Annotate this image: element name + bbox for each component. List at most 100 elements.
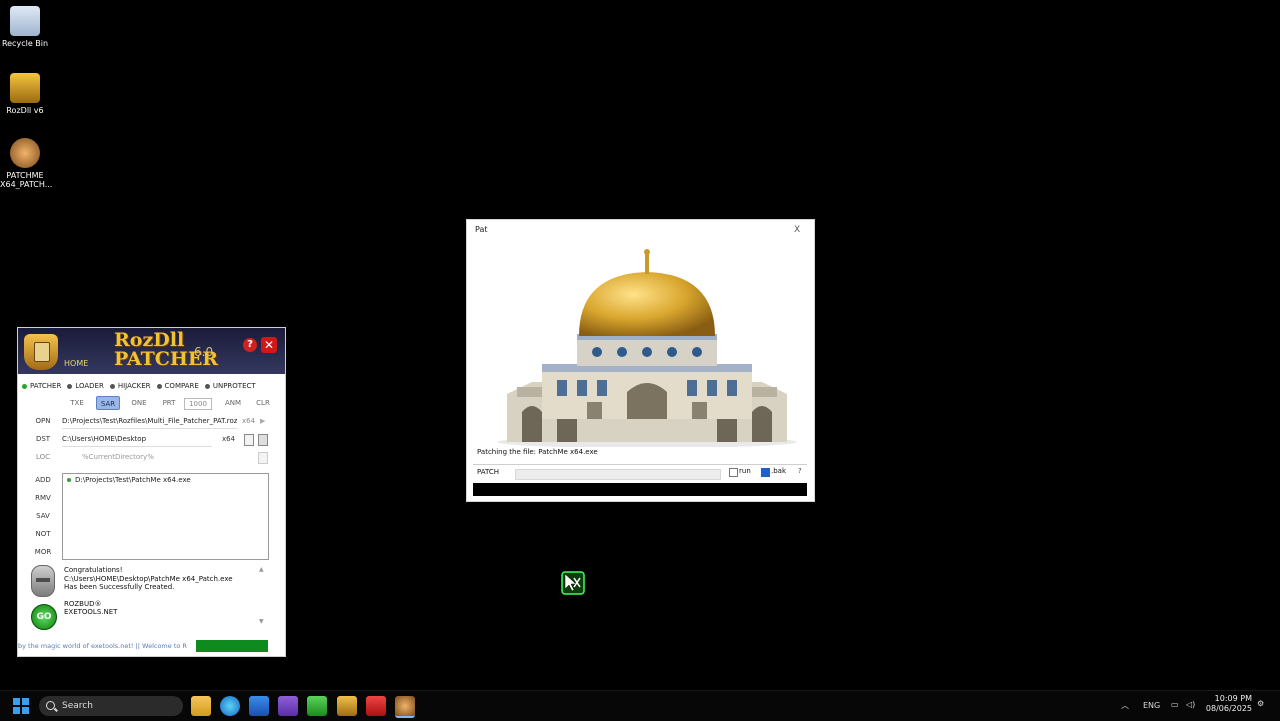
- notification-bell-icon[interactable]: ⚙: [1257, 699, 1264, 708]
- scrolling-ticker: by the magic world of exetools.net! || W…: [18, 642, 187, 650]
- green-app-icon[interactable]: [307, 696, 327, 716]
- mode-patcher[interactable]: PATCHER: [22, 380, 61, 392]
- version-label: 6.0: [194, 345, 214, 359]
- folder-icon[interactable]: [258, 452, 268, 464]
- patchme-taskbar-icon[interactable]: [395, 696, 415, 718]
- mode-label: PATCHER: [30, 382, 62, 390]
- recycle-bin-label: Recycle Bin: [1, 39, 49, 48]
- sav-button[interactable]: SAV: [30, 509, 56, 523]
- run-checkbox[interactable]: [729, 468, 738, 477]
- mode-loader[interactable]: LOADER: [67, 380, 104, 392]
- rozdll-desktop-icon[interactable]: RozDll v6: [0, 73, 50, 115]
- trash-icon[interactable]: [258, 434, 268, 446]
- log-line: EXETOOLS.NET: [64, 608, 118, 616]
- close-button[interactable]: X: [794, 225, 800, 235]
- home-link[interactable]: HOME: [64, 359, 88, 368]
- rozdll-patcher-window: HOME RozDll PATCHER 6.0 ? ✕ PATCHER LOAD…: [17, 327, 286, 657]
- mode-hijacker[interactable]: HIJACKER: [109, 380, 151, 392]
- loc-path-field[interactable]: %CurrentDirectory%: [82, 450, 232, 464]
- taskbar: Search ︿ ENG ▭ ◁) 10:09 PM 08/06/2025 ⚙: [0, 690, 1280, 721]
- taskbar-search[interactable]: Search: [39, 696, 183, 716]
- mode-compare[interactable]: COMPARE: [156, 380, 199, 392]
- rmv-button[interactable]: RMV: [30, 491, 56, 505]
- search-icon: [46, 701, 55, 710]
- help-button[interactable]: ?: [243, 338, 257, 352]
- mode-tabs: PATCHER LOADER HIJACKER COMPARE UNPROTEC…: [22, 380, 282, 392]
- clock-time: 10:09 PM: [1214, 694, 1252, 703]
- store-icon[interactable]: [249, 696, 269, 716]
- dialog-title: Pat: [475, 225, 488, 234]
- run-label: run: [739, 467, 751, 475]
- dome-of-the-rock-image: [487, 242, 807, 447]
- opn-arrow-icon[interactable]: ▶: [260, 414, 265, 428]
- recycle-bin-desktop-icon[interactable]: Recycle Bin: [0, 6, 50, 48]
- dst-path-field[interactable]: C:\Users\HOME\Desktop: [62, 432, 212, 447]
- option-anm[interactable]: ANM: [218, 396, 248, 410]
- radio-dot-icon: [67, 383, 73, 389]
- option-one[interactable]: ONE: [124, 396, 154, 410]
- bak-checkbox[interactable]: [761, 468, 770, 477]
- visual-studio-icon[interactable]: [278, 696, 298, 716]
- language-indicator[interactable]: ENG: [1143, 701, 1160, 710]
- opn-arch: x64: [242, 417, 256, 425]
- not-button[interactable]: NOT: [30, 527, 56, 541]
- patchme-label-line2: X64_PATCH...: [0, 180, 53, 189]
- opn-button[interactable]: OPN: [30, 414, 56, 428]
- close-button[interactable]: ✕: [261, 337, 277, 353]
- rozdll-app-icon: [10, 73, 40, 103]
- mode-label: COMPARE: [164, 382, 199, 390]
- patchme-desktop-icon[interactable]: PATCHME X64_PATCH...: [0, 138, 53, 189]
- log-line: Congratulations!: [64, 566, 123, 574]
- go-button[interactable]: GO: [31, 604, 57, 630]
- status-dot-icon: [67, 478, 71, 482]
- clock-date: 08/06/2025: [1205, 704, 1252, 713]
- list-item[interactable]: D:\Projects\Test\PatchMe x64.exe: [67, 476, 191, 484]
- radio-dot-icon: [109, 383, 115, 389]
- start-button[interactable]: [13, 698, 29, 714]
- file-explorer-icon[interactable]: [191, 696, 211, 716]
- windows-logo-tile: [22, 698, 29, 705]
- option-clr[interactable]: CLR: [248, 396, 278, 410]
- mouse-cursor-icon: [561, 571, 585, 595]
- mor-button[interactable]: MOR: [30, 545, 56, 559]
- option-bar: TXE SAR ONE PRT 1000 ANM CLR: [62, 396, 278, 410]
- option-txe[interactable]: TXE: [62, 396, 92, 410]
- option-prt[interactable]: PRT: [154, 396, 184, 410]
- clock[interactable]: 10:09 PM 08/06/2025: [1200, 694, 1252, 714]
- dialog-controls: PATCH run .bak ?: [473, 464, 807, 481]
- status-light-icon: [31, 565, 55, 597]
- add-button[interactable]: ADD: [30, 473, 56, 487]
- prt-number-stepper[interactable]: 1000: [184, 398, 212, 410]
- option-sar[interactable]: SAR: [96, 396, 120, 410]
- rozdll-title: RozDll PATCHER: [114, 331, 218, 369]
- help-button[interactable]: ?: [798, 466, 802, 477]
- radio-dot-icon: [22, 383, 27, 389]
- opn-path-field[interactable]: D:\Projects\Test\Rozfiles\Multi_File_Pat…: [62, 414, 237, 429]
- status-message: Patching the file: PatchMe x64.exe: [477, 448, 598, 456]
- scroll-down-icon[interactable]: ▼: [259, 618, 264, 625]
- dst-arch: x64: [222, 435, 236, 443]
- patch-button[interactable]: PATCH: [477, 466, 499, 479]
- mode-label: HIJACKER: [117, 382, 151, 390]
- edge-browser-icon[interactable]: [220, 696, 240, 716]
- copy-icon[interactable]: [244, 434, 254, 446]
- network-icon[interactable]: ▭: [1171, 700, 1179, 709]
- log-strip: [473, 483, 807, 496]
- patchme-label-line1: PATCHME: [6, 171, 44, 180]
- patch-progress-bar: [515, 469, 721, 480]
- list-item-label: D:\Projects\Test\PatchMe x64.exe: [75, 476, 191, 484]
- windows-logo-tile: [22, 707, 29, 714]
- file-list[interactable]: D:\Projects\Test\PatchMe x64.exe: [62, 473, 269, 560]
- dst-button[interactable]: DST: [30, 432, 56, 446]
- volume-icon[interactable]: ◁): [1186, 700, 1195, 709]
- mode-unprotect[interactable]: UNPROTECT: [204, 380, 256, 392]
- mode-label: UNPROTECT: [212, 382, 256, 390]
- rozdll-header: HOME RozDll PATCHER 6.0 ? ✕: [18, 328, 285, 374]
- loc-button[interactable]: LOC: [30, 450, 56, 464]
- windows-logo-tile: [13, 698, 20, 705]
- chevron-up-icon[interactable]: ︿: [1121, 700, 1129, 711]
- scroll-up-icon[interactable]: ▲: [259, 566, 264, 573]
- red-app-icon[interactable]: [366, 696, 386, 716]
- rozdll-taskbar-icon[interactable]: [337, 696, 357, 716]
